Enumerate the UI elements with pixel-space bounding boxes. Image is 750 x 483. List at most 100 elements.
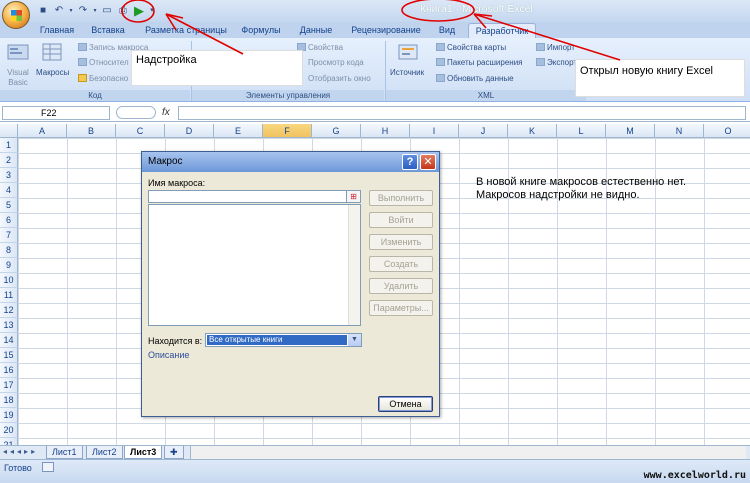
formula-expand-button[interactable] xyxy=(116,106,156,119)
column-header[interactable]: N xyxy=(655,124,704,138)
row-header[interactable]: 11 xyxy=(0,288,18,303)
export-button[interactable]: Экспорт xyxy=(536,58,577,67)
row-header[interactable]: 6 xyxy=(0,213,18,228)
formula-input[interactable] xyxy=(178,106,746,120)
row-header[interactable]: 2 xyxy=(0,153,18,168)
row-header[interactable]: 1 xyxy=(0,138,18,153)
row-header[interactable]: 18 xyxy=(0,393,18,408)
row-header[interactable]: 21 xyxy=(0,438,18,445)
undo-icon[interactable]: ↶ xyxy=(52,4,66,18)
create-button[interactable]: Создать xyxy=(369,256,433,272)
record-macro-status-icon[interactable] xyxy=(42,462,54,472)
redo-icon[interactable]: ↷ xyxy=(76,4,90,18)
insert-sheet-icon[interactable]: ✚ xyxy=(164,446,184,459)
sheet-tab-3[interactable]: Лист3 xyxy=(124,446,163,459)
tab-view[interactable]: Вид xyxy=(432,23,462,38)
row-header[interactable]: 3 xyxy=(0,168,18,183)
properties-button[interactable]: Свойства xyxy=(297,43,343,52)
column-header[interactable]: K xyxy=(508,124,557,138)
macro-name-input[interactable] xyxy=(148,190,348,203)
location-select[interactable]: Все открытые книги ▼ xyxy=(205,333,362,347)
cancel-button[interactable]: Отмена xyxy=(378,396,433,412)
show-window-button[interactable]: Отобразить окно xyxy=(297,74,371,83)
xml-source-button[interactable]: Источник xyxy=(390,68,424,77)
column-header[interactable]: C xyxy=(116,124,165,138)
column-header[interactable]: L xyxy=(557,124,606,138)
tab-review[interactable]: Рецензирование xyxy=(346,23,426,38)
dropdown-icon[interactable]: ▾ xyxy=(92,4,98,18)
warning-icon xyxy=(78,74,87,82)
relative-references-button[interactable]: Относител xyxy=(78,58,129,67)
dropdown-icon[interactable]: ▾ xyxy=(68,4,74,18)
row-header[interactable]: 7 xyxy=(0,228,18,243)
tab-formulas[interactable]: Формулы xyxy=(236,23,286,38)
row-header[interactable]: 17 xyxy=(0,378,18,393)
macro-dialog: Макрос ? ✕ Имя макроса: ⊞ Выполнить Войт… xyxy=(141,151,440,417)
column-header[interactable]: M xyxy=(606,124,655,138)
macro-list-scrollbar[interactable] xyxy=(348,205,360,325)
horizontal-scrollbar[interactable] xyxy=(190,446,746,459)
refresh-data-button[interactable]: Обновить данные xyxy=(436,74,514,83)
run-macro-icon[interactable]: ▶ xyxy=(132,3,146,18)
print-icon[interactable]: ⎙ xyxy=(116,4,130,18)
column-header[interactable]: H xyxy=(361,124,410,138)
row-header[interactable]: 12 xyxy=(0,303,18,318)
visual-basic-button[interactable]: Visual Basic xyxy=(5,68,31,88)
view-code-button[interactable]: Просмотр кода xyxy=(297,58,364,67)
location-value: Все открытые книги xyxy=(207,335,347,345)
row-header[interactable]: 14 xyxy=(0,333,18,348)
column-header[interactable]: F xyxy=(263,124,312,138)
formula-bar: F22 fx xyxy=(0,104,750,122)
chevron-down-icon[interactable]: ▼ xyxy=(348,334,361,346)
options-button[interactable]: Параметры... xyxy=(369,300,433,316)
tab-home[interactable]: Главная xyxy=(33,23,81,38)
expansion-packs-button[interactable]: Пакеты расширения xyxy=(436,58,523,67)
customize-icon[interactable]: ▾ xyxy=(148,4,156,18)
select-all-corner[interactable] xyxy=(0,124,18,138)
run-button[interactable]: Выполнить xyxy=(369,190,433,206)
fx-icon[interactable]: fx xyxy=(162,107,170,118)
tab-data[interactable]: Данные xyxy=(292,23,340,38)
row-header[interactable]: 16 xyxy=(0,363,18,378)
print-preview-icon[interactable]: ▭ xyxy=(100,4,114,18)
step-into-button[interactable]: Войти xyxy=(369,212,433,228)
row-header[interactable]: 4 xyxy=(0,183,18,198)
column-header[interactable]: E xyxy=(214,124,263,138)
row-header[interactable]: 8 xyxy=(0,243,18,258)
map-properties-button[interactable]: Свойства карты xyxy=(436,43,506,52)
help-icon[interactable]: ? xyxy=(402,154,418,170)
row-header[interactable]: 9 xyxy=(0,258,18,273)
sheet-tab-1[interactable]: Лист1 xyxy=(46,446,83,459)
delete-button[interactable]: Удалить xyxy=(369,278,433,294)
select-range-icon[interactable]: ⊞ xyxy=(346,190,361,203)
office-button[interactable] xyxy=(2,1,30,29)
column-header[interactable]: J xyxy=(459,124,508,138)
edit-button[interactable]: Изменить xyxy=(369,234,433,250)
column-header[interactable]: D xyxy=(165,124,214,138)
save-icon[interactable]: ■ xyxy=(36,4,50,18)
column-header[interactable]: O xyxy=(704,124,750,138)
sheet-nav-arrows-icon[interactable]: ◂◂◂▸▸ xyxy=(3,447,38,456)
row-header[interactable]: 13 xyxy=(0,318,18,333)
tab-developer[interactable]: Разработчик xyxy=(468,23,536,38)
record-icon xyxy=(78,43,87,51)
row-header[interactable]: 5 xyxy=(0,198,18,213)
row-header[interactable]: 19 xyxy=(0,408,18,423)
column-header[interactable]: A xyxy=(18,124,67,138)
macro-security-button[interactable]: Безопасно xyxy=(78,74,128,83)
column-header[interactable]: G xyxy=(312,124,361,138)
name-box[interactable]: F22 xyxy=(2,106,110,120)
row-header[interactable]: 15 xyxy=(0,348,18,363)
close-icon[interactable]: ✕ xyxy=(420,154,436,170)
tab-insert[interactable]: Вставка xyxy=(84,23,132,38)
column-header[interactable]: I xyxy=(410,124,459,138)
sheet-tab-2[interactable]: Лист2 xyxy=(86,446,123,459)
import-button[interactable]: Импорт xyxy=(536,43,575,52)
row-header[interactable]: 10 xyxy=(0,273,18,288)
macro-list[interactable] xyxy=(148,204,361,326)
tab-page-layout[interactable]: Разметка страницы xyxy=(140,23,232,38)
macros-button[interactable]: Макросы xyxy=(36,68,69,77)
location-label: Находится в: xyxy=(148,336,203,346)
column-header[interactable]: B xyxy=(67,124,116,138)
row-header[interactable]: 20 xyxy=(0,423,18,438)
